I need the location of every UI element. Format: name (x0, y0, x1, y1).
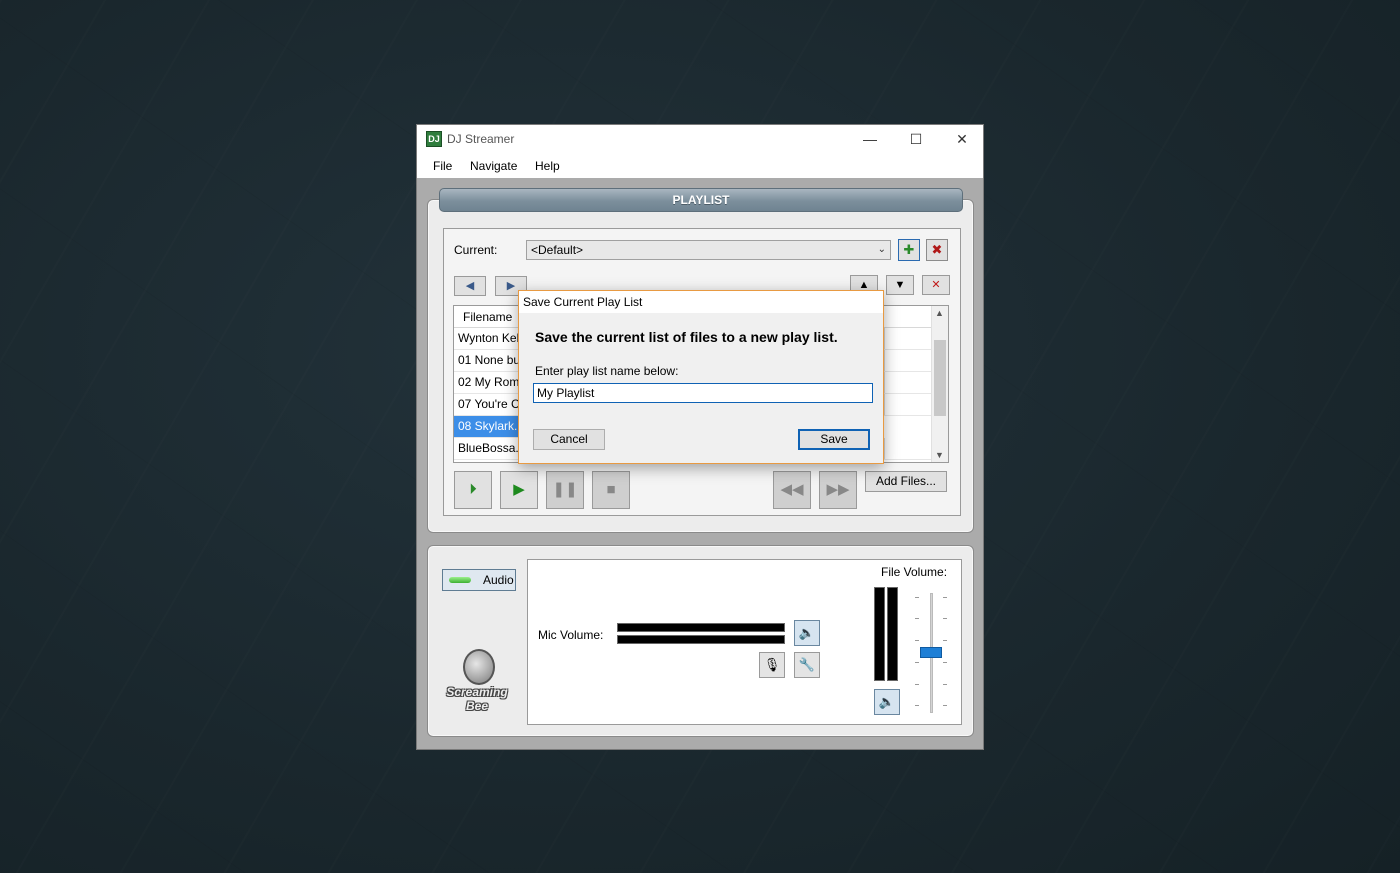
add-playlist-button[interactable]: ✚ (898, 239, 920, 261)
arrow-left-icon: ◀ (465, 280, 475, 292)
current-playlist-select[interactable]: <Default> ⌄ (526, 240, 891, 260)
fast-forward-icon: ▶▶ (826, 481, 850, 498)
speaker-icon: 🔈 (798, 625, 816, 640)
arrow-right-icon: ▶ (506, 280, 516, 292)
microphone-icon: 🎙 (763, 657, 781, 672)
menu-file[interactable]: File (433, 159, 452, 173)
play-all-button[interactable]: ⏵ (454, 471, 492, 509)
minimize-button[interactable]: — (847, 125, 893, 154)
pause-icon: ❚❚ (552, 481, 578, 498)
scroll-thumb[interactable] (934, 340, 946, 416)
dialog-heading: Save the current list of files to a new … (535, 329, 838, 345)
move-down-button[interactable]: ▼ (886, 275, 914, 295)
stop-button[interactable]: ■ (592, 471, 630, 509)
menu-help[interactable]: Help (535, 159, 560, 173)
playlist-name-input[interactable] (533, 383, 873, 403)
menu-bar: File Navigate Help (417, 154, 983, 178)
current-label: Current: (454, 243, 498, 257)
list-scrollbar[interactable]: ▲ ▼ (931, 306, 948, 462)
dialog-title: Save Current Play List (519, 291, 883, 313)
mic-volume-label: Mic Volume: (538, 628, 604, 642)
mic-speaker-button[interactable]: 🔈 (794, 620, 820, 646)
playlist-header: PLAYLIST (439, 188, 963, 212)
rewind-button[interactable]: ◀◀ (773, 471, 811, 509)
audio-toggle-label: Audio (483, 573, 514, 587)
screaming-bee-logo: Screaming Bee (441, 647, 513, 717)
file-level-meter-right (887, 587, 898, 681)
add-files-button[interactable]: Add Files... (865, 471, 947, 492)
bee-icon (463, 649, 495, 685)
dialog-prompt: Enter play list name below: (535, 364, 679, 378)
app-icon: DJ (426, 131, 442, 147)
play-from-start-icon: ⏵ (469, 481, 477, 498)
scroll-up-icon[interactable]: ▲ (935, 308, 944, 318)
rewind-icon: ◀◀ (780, 481, 804, 498)
file-volume-label: File Volume: (881, 565, 948, 579)
x-icon: ✖ (931, 242, 943, 257)
stop-icon: ■ (606, 481, 616, 498)
file-level-meter-left (874, 587, 885, 681)
window-title: DJ Streamer (447, 132, 515, 146)
list-item-selected[interactable]: 08 Skylark.m (454, 416, 520, 438)
maximize-button[interactable]: ☐ (893, 125, 939, 154)
wrench-icon: 🔧 (798, 657, 816, 672)
mic-level-meter-right (617, 635, 785, 644)
current-playlist-value: <Default> (531, 243, 584, 257)
file-speaker-button[interactable]: 🔈 (874, 689, 900, 715)
chevron-down-icon: ⌄ (877, 244, 886, 255)
arrow-down-icon: ▼ (894, 279, 906, 291)
mic-level-meter-left (617, 623, 785, 632)
menu-navigate[interactable]: Navigate (470, 159, 517, 173)
title-bar: DJ DJ Streamer — ☐ ✕ (417, 125, 983, 154)
x-icon: ✕ (931, 279, 941, 291)
fast-forward-button[interactable]: ▶▶ (819, 471, 857, 509)
cancel-button[interactable]: Cancel (533, 429, 605, 450)
close-button[interactable]: ✕ (939, 125, 985, 154)
pause-button[interactable]: ❚❚ (546, 471, 584, 509)
column-filename[interactable]: Filename (463, 310, 512, 324)
microphone-button[interactable]: 🎙 (759, 652, 785, 678)
plus-icon: ✚ (903, 242, 915, 257)
play-icon: ▶ (513, 481, 525, 498)
settings-button[interactable]: 🔧 (794, 652, 820, 678)
save-button[interactable]: Save (798, 429, 870, 450)
status-led-icon (449, 577, 471, 583)
remove-file-button[interactable]: ✕ (922, 275, 950, 295)
play-button[interactable]: ▶ (500, 471, 538, 509)
save-playlist-dialog: Save Current Play List Save the current … (518, 290, 884, 464)
speaker-icon: 🔈 (878, 694, 896, 709)
audio-toggle-button[interactable]: Audio (442, 569, 516, 591)
file-volume-slider-thumb[interactable] (920, 647, 942, 658)
delete-playlist-button[interactable]: ✖ (926, 239, 948, 261)
previous-button[interactable]: ◀ (454, 276, 486, 296)
scroll-down-icon[interactable]: ▼ (935, 450, 944, 460)
